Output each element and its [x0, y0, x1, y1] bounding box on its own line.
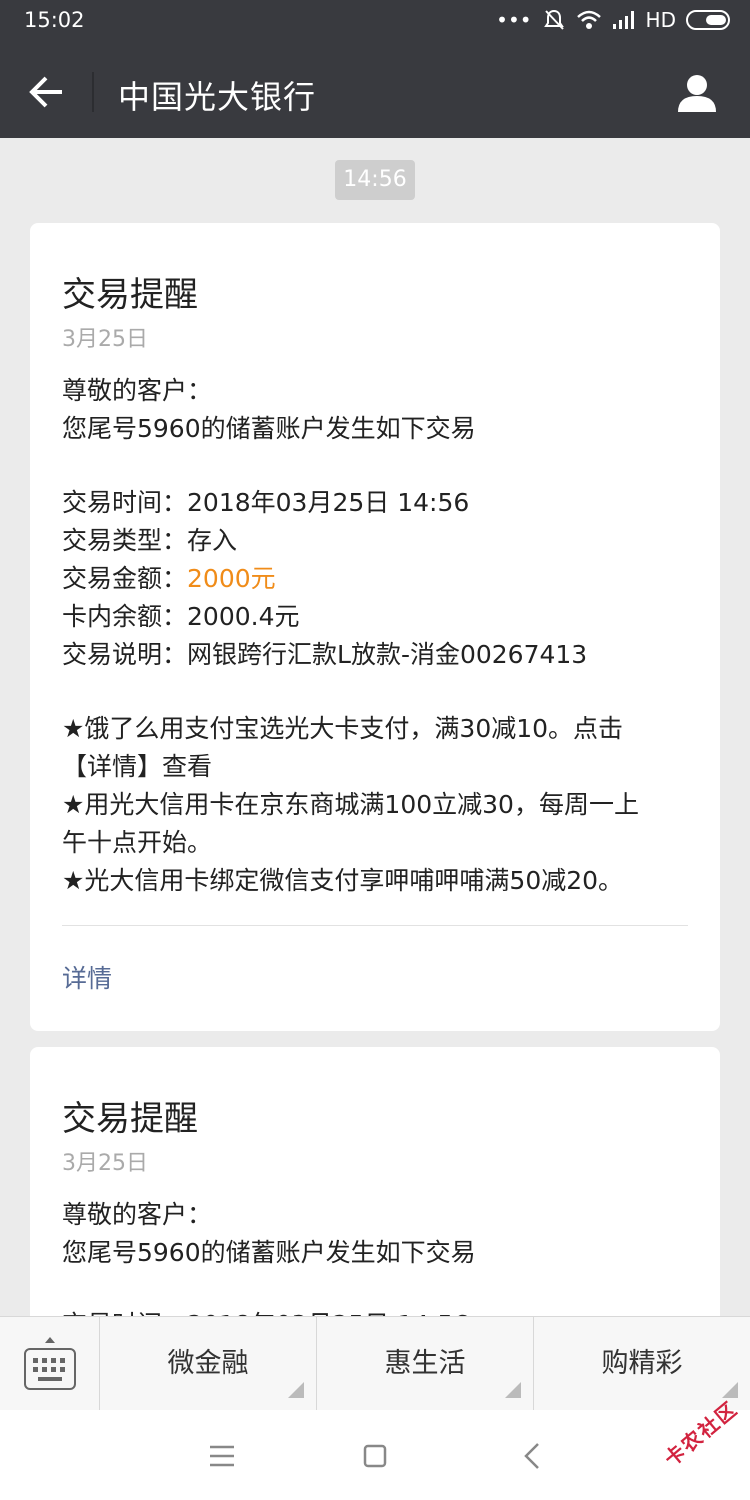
more-dots-icon: ••• — [496, 8, 532, 32]
status-time: 15:02 — [24, 8, 85, 32]
details-link[interactable]: 详情 — [62, 959, 112, 995]
system-nav-bar — [0, 1410, 750, 1500]
greeting: 尊敬的客户： — [62, 376, 213, 405]
intro-text: 您尾号5960的储蓄账户发生如下交易 — [62, 1238, 476, 1267]
transaction-time: 交易时间：2018年03月25日 14:56 — [62, 488, 470, 517]
bottom-menu: 微金融 惠生活 购精彩 — [0, 1316, 750, 1411]
network-type: HD — [645, 8, 676, 32]
battery-icon — [686, 10, 730, 30]
amount-value: 2000元 — [187, 564, 276, 593]
menu-hamburger-icon[interactable] — [204, 1438, 240, 1474]
signal-icon — [612, 11, 634, 29]
message-card[interactable]: 交易提醒 3月25日 尊敬的客户： 您尾号5960的储蓄账户发生如下交易 交易时… — [30, 1047, 720, 1347]
transaction-description: 交易说明：网银跨行汇款L放款-消金00267413 — [62, 640, 588, 669]
title-divider — [92, 72, 94, 112]
promo-line: ★用光大信用卡在京东商城满100立减30，每周一上 — [62, 790, 639, 819]
transaction-amount: 交易金额：2000元 — [62, 564, 276, 593]
bell-muted-icon — [543, 9, 564, 30]
promo-line: ★饿了么用支付宝选光大卡支付，满30减10。点击 — [62, 714, 624, 743]
menu-item-label: 惠生活 — [384, 1348, 466, 1379]
promo-line: 【详情】查看 — [62, 752, 213, 781]
card-date: 3月25日 — [62, 327, 148, 352]
wifi-icon — [576, 10, 601, 29]
title-bar: 中国光大银行 — [0, 46, 750, 138]
keyboard-toggle-button[interactable] — [0, 1317, 100, 1411]
card-title: 交易提醒 — [62, 1099, 198, 1139]
keyboard-icon — [24, 1337, 76, 1390]
intro-text: 您尾号5960的储蓄账户发生如下交易 — [62, 414, 476, 443]
card-divider — [62, 925, 688, 926]
submenu-indicator-icon — [288, 1382, 304, 1398]
greeting: 尊敬的客户： — [62, 1200, 213, 1229]
transaction-type: 交易类型：存入 — [62, 526, 238, 555]
back-arrow-icon[interactable] — [26, 70, 70, 114]
menu-item-hui-shenghuo[interactable]: 惠生活 — [317, 1317, 534, 1410]
message-timestamp: 14:56 — [335, 160, 415, 200]
menu-item-label: 微金融 — [167, 1348, 249, 1379]
submenu-indicator-icon — [505, 1382, 521, 1398]
status-bar: 15:02 ••• HD — [0, 0, 750, 46]
card-title: 交易提醒 — [62, 275, 198, 315]
home-square-icon[interactable] — [357, 1438, 393, 1474]
back-chevron-icon[interactable] — [516, 1438, 552, 1474]
card-balance: 卡内余额：2000.4元 — [62, 602, 300, 631]
menu-item-label: 购精彩 — [601, 1348, 683, 1379]
page-title: 中国光大银行 — [118, 78, 317, 116]
promo-line: 午十点开始。 — [62, 828, 213, 857]
menu-item-wei-jinrong[interactable]: 微金融 — [100, 1317, 317, 1410]
message-card[interactable]: 交易提醒 3月25日 尊敬的客户： 您尾号5960的储蓄账户发生如下交易 交易时… — [30, 223, 720, 1031]
promo-line: ★光大信用卡绑定微信支付享呷哺呷哺满50减20。 — [62, 866, 624, 895]
profile-icon[interactable] — [676, 72, 718, 114]
card-date: 3月25日 — [62, 1151, 148, 1176]
status-icons: ••• HD — [496, 8, 730, 32]
menu-item-gou-jingcai[interactable]: 购精彩 — [534, 1317, 750, 1410]
